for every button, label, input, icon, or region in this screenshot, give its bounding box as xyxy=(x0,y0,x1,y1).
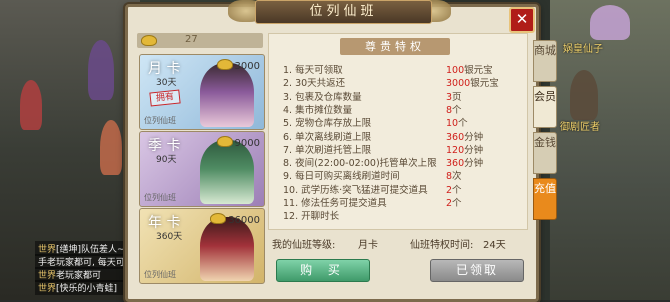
privilege-value: 360分钟 xyxy=(446,131,484,143)
privilege-label: 6. 单次离线刷道上限 xyxy=(283,131,372,143)
privilege-value: 3页 xyxy=(446,91,462,103)
tab-recharge[interactable]: 充值 xyxy=(533,178,557,220)
card-yearly[interactable]: 年 卡 360天 36000 位列仙班 xyxy=(139,208,265,284)
card-price: 9000 xyxy=(216,135,260,149)
gold-ingot-icon xyxy=(141,35,157,46)
privilege-label: 9. 每日可购买离线刷道时间 xyxy=(283,171,400,183)
gold-ingot-icon xyxy=(216,59,233,70)
card-monthly[interactable]: 月 卡 30天 3000 拥有 位列仙班 xyxy=(139,54,265,130)
card-footer: 位列仙班 xyxy=(144,270,176,279)
level-label: 我的仙班等级: xyxy=(272,240,336,251)
player-character[interactable] xyxy=(100,120,122,175)
card-duration: 90天 xyxy=(156,155,177,165)
card-footer: 位列仙班 xyxy=(144,193,176,202)
window-title: 位列仙班 xyxy=(255,0,432,24)
tab-money[interactable]: 金钱 xyxy=(533,132,557,174)
npc-character[interactable] xyxy=(570,70,598,120)
privilege-value: 2个 xyxy=(446,198,462,209)
privilege-label: 10. 武学历练·突飞猛进可提交道具 xyxy=(283,184,428,196)
privilege-label: 12. 开聊时长 xyxy=(283,211,340,223)
npc-character[interactable] xyxy=(590,5,630,40)
privilege-value: 120分钟 xyxy=(446,144,484,156)
privilege-label: 2. 30天共返还 xyxy=(283,78,346,90)
time-label: 仙班特权时间: xyxy=(410,240,474,251)
privilege-label: 3. 包裹及仓库数量 xyxy=(283,91,362,103)
privilege-value: 10个 xyxy=(446,118,468,130)
character-portrait xyxy=(200,63,254,127)
card-duration: 30天 xyxy=(156,78,177,88)
gold-ingot-icon xyxy=(216,136,233,147)
card-price: 36000 xyxy=(210,212,260,226)
npc-name: 娲皇仙子 xyxy=(563,44,603,55)
privilege-value: 8次 xyxy=(446,171,462,183)
card-footer: 位列仙班 xyxy=(144,116,176,125)
npc-name: 御剧匠者 xyxy=(560,122,600,133)
received-button[interactable]: 已领取 xyxy=(430,259,524,282)
privilege-header: 尊贵特权 xyxy=(340,38,450,55)
privilege-label: 1. 每天可领取 xyxy=(283,65,343,76)
privilege-value: 100银元宝 xyxy=(446,65,493,76)
privilege-label: 7. 单次刷道托管上限 xyxy=(283,144,372,156)
chat-text: [快乐的小青蛙] xyxy=(56,284,118,294)
gold-ingot-icon xyxy=(210,213,227,224)
privilege-value: 3000银元宝 xyxy=(446,78,499,90)
buy-button[interactable]: 购 买 xyxy=(276,259,370,282)
chat-channel: 世界 xyxy=(38,284,57,294)
character-portrait xyxy=(200,140,254,204)
privilege-value: 360分钟 xyxy=(446,158,484,170)
privilege-label: 4. 集市摊位数量 xyxy=(283,104,353,116)
player-character[interactable] xyxy=(20,80,42,130)
card-duration: 360天 xyxy=(156,232,183,242)
privilege-label: 11. 修法任务可提交道具 xyxy=(283,198,387,209)
tab-shop[interactable]: 商城 xyxy=(533,40,557,82)
close-button[interactable]: ✕ xyxy=(509,7,535,33)
currency-display: 27 xyxy=(137,33,263,48)
card-price: 3000 xyxy=(216,58,260,72)
character-portrait xyxy=(200,217,254,281)
tab-member[interactable]: 会员 xyxy=(533,86,557,128)
privilege-value: 2个 xyxy=(446,184,462,196)
owned-stamp: 拥有 xyxy=(149,89,181,107)
privilege-label: 8. 夜间(22:00-02:00)托管单次上限 xyxy=(283,158,437,170)
player-character[interactable] xyxy=(88,40,114,100)
privilege-value: 8个 xyxy=(446,104,462,116)
level-value: 月卡 xyxy=(358,240,378,251)
currency-value: 27 xyxy=(185,34,198,45)
time-value: 24天 xyxy=(483,240,506,251)
privilege-label: 5. 宠物仓库存放上限 xyxy=(283,118,372,130)
card-quarterly[interactable]: 季 卡 90天 9000 位列仙班 xyxy=(139,131,265,207)
